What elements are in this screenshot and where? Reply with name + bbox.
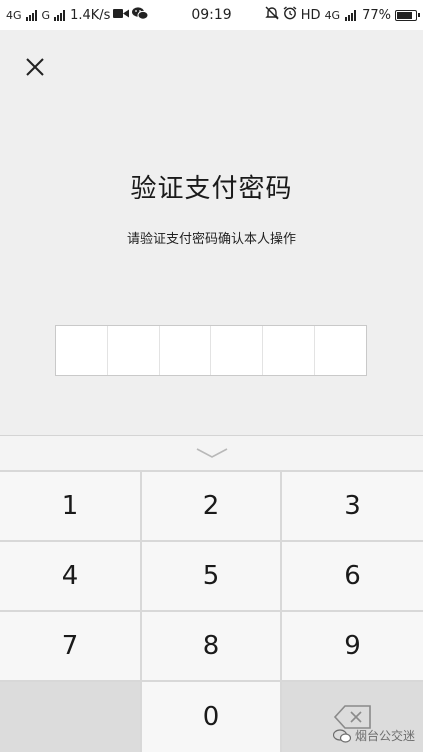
key-2[interactable]: 2: [142, 472, 280, 540]
key-6[interactable]: 6: [282, 542, 423, 610]
key-1[interactable]: 1: [0, 472, 140, 540]
network-type-3: 4G: [324, 8, 341, 22]
signal-icon-1: [25, 9, 37, 21]
signal-icon-3: [345, 9, 357, 21]
watermark: 烟台公交迷: [332, 727, 415, 744]
key-8[interactable]: 8: [142, 612, 280, 680]
wechat-icon: [332, 728, 351, 743]
key-5[interactable]: 5: [142, 542, 280, 610]
key-9[interactable]: 9: [282, 612, 423, 680]
page-subtitle: 请验证支付密码确认本人操作: [126, 232, 296, 247]
video-camera-icon: [113, 8, 130, 23]
key-0[interactable]: 0: [142, 682, 280, 752]
key-7[interactable]: 7: [0, 612, 140, 680]
password-digit-cell: [211, 326, 264, 375]
clock: 09:19: [191, 7, 232, 23]
payment-password-page: 验证支付密码 请验证支付密码确认本人操作: [0, 30, 423, 435]
battery-percentage: 77%: [362, 7, 391, 23]
alarm-clock-icon: [283, 6, 297, 24]
numeric-keypad: 1 2 3 4 5 6 7 8 9 0 烟台公交迷: [0, 435, 423, 752]
wechat-icon: [132, 6, 149, 24]
network-type-2: G: [41, 8, 51, 22]
password-digit-cell: [315, 326, 366, 375]
chevron-down-icon: [196, 448, 227, 458]
page-title: 验证支付密码: [130, 174, 293, 204]
battery-icon: [395, 9, 420, 21]
close-button[interactable]: [20, 52, 50, 82]
silent-bell-icon: [265, 6, 279, 24]
signal-icon-2: [54, 9, 66, 21]
close-icon: [26, 58, 44, 76]
network-speed: 1.4K/s: [70, 7, 111, 23]
status-bar-right: HD 4G 77%: [265, 0, 420, 30]
battery-fill: [397, 11, 413, 19]
keypad-collapse-button[interactable]: [0, 435, 423, 470]
password-digit-cell: [263, 326, 316, 375]
blank-key: [0, 682, 140, 752]
status-bar-left: 4G G 1.4K/s: [6, 0, 149, 30]
key-3[interactable]: 3: [282, 472, 423, 540]
password-input[interactable]: [55, 325, 367, 376]
status-bar: 4G G 1.4K/s 09:19 HD 4G 77%: [0, 0, 423, 30]
network-type-1: 4G: [6, 8, 22, 22]
key-4[interactable]: 4: [0, 542, 140, 610]
watermark-text: 烟台公交迷: [354, 729, 415, 743]
password-digit-cell: [56, 326, 108, 375]
password-digit-cell: [160, 326, 212, 375]
hd-label: HD: [300, 7, 321, 23]
password-digit-cell: [108, 326, 160, 375]
